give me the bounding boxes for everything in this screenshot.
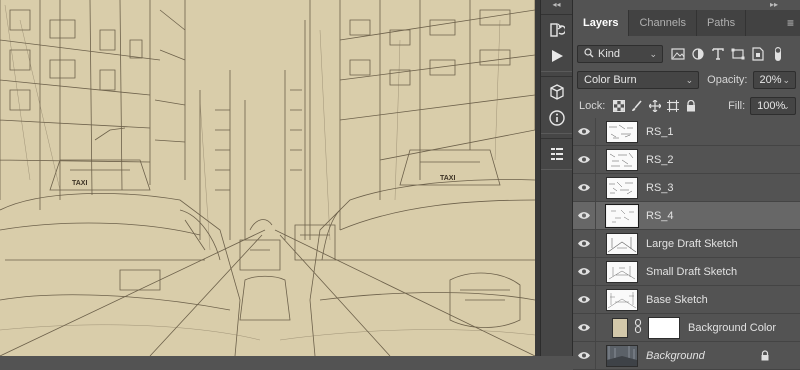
toolstrip-group-info	[541, 76, 572, 134]
layer-mask-thumbnail[interactable]	[648, 316, 680, 339]
panel-tabs: Layers Channels Paths ≡	[573, 10, 800, 36]
tab-paths[interactable]: Paths	[697, 10, 747, 36]
layer-name: Base Sketch	[646, 293, 708, 306]
layer-row[interactable]: Background Color	[573, 314, 800, 342]
layer-name: RS_3	[646, 181, 674, 194]
lock-position-icon[interactable]	[647, 98, 662, 114]
layer-name: RS_4	[646, 209, 674, 222]
layer-thumbnail	[606, 288, 638, 311]
visibility-eye-icon[interactable]	[573, 230, 596, 257]
blend-row: Color Burn ⌄ Opacity: 20% ⌄	[573, 69, 800, 91]
lock-artboard-icon[interactable]	[665, 98, 680, 114]
layer-row[interactable]: RS_2	[573, 146, 800, 174]
collapse-strip-icon[interactable]: ◂◂	[541, 0, 572, 10]
link-chain-icon[interactable]	[634, 318, 642, 336]
layer-thumbnail	[606, 176, 638, 199]
layer-row[interactable]: Base Sketch	[573, 286, 800, 314]
image-filter-icon[interactable]	[669, 45, 687, 63]
fill-color-swatch[interactable]	[612, 317, 628, 338]
fill-label: Fill:	[728, 100, 746, 112]
fill-value: 100%	[757, 100, 786, 112]
layer-row[interactable]: Background	[573, 342, 800, 370]
layer-thumbnail	[606, 260, 638, 283]
layers-panel: ▸▸ Layers Channels Paths ≡ Kind ⌄ Color …	[573, 0, 800, 370]
lock-all-icon[interactable]	[683, 98, 698, 114]
layer-name: Background Color	[688, 321, 777, 334]
layer-row[interactable]: RS_1	[573, 118, 800, 146]
blend-mode-value: Color Burn	[584, 74, 637, 86]
layer-lock-icon[interactable]	[760, 350, 770, 364]
info-icon[interactable]	[544, 105, 569, 131]
visibility-eye-icon[interactable]	[573, 314, 596, 341]
fill-input[interactable]: 100% ⌄	[750, 97, 796, 115]
blend-mode-select[interactable]: Color Burn ⌄	[577, 71, 700, 89]
visibility-eye-icon[interactable]	[573, 258, 596, 285]
layer-list: RS_1 RS_2 RS_3 RS_4 Large Draft Sketch S…	[573, 118, 800, 370]
3d-cube-icon[interactable]	[544, 79, 569, 105]
visibility-eye-icon[interactable]	[573, 174, 596, 201]
opacity-value: 20%	[759, 74, 782, 86]
visibility-eye-icon[interactable]	[573, 286, 596, 313]
filter-kind-select[interactable]: Kind ⌄	[577, 45, 663, 63]
panel-menu-icon[interactable]: ≡	[787, 17, 794, 29]
layer-name: RS_1	[646, 125, 674, 138]
visibility-eye-icon[interactable]	[573, 118, 596, 145]
layer-row-selected[interactable]: RS_4	[573, 202, 800, 230]
lock-paint-icon[interactable]	[629, 98, 644, 114]
layer-name: Large Draft Sketch	[646, 237, 738, 250]
layer-row[interactable]: Small Draft Sketch	[573, 258, 800, 286]
adjustment-filter-icon[interactable]	[689, 45, 707, 63]
left-taxi-sign-text: TAXI	[72, 180, 87, 187]
layer-name: RS_2	[646, 153, 674, 166]
right-taxi-sign-text: TAXI	[440, 175, 455, 182]
tab-layers[interactable]: Layers	[573, 10, 630, 36]
layer-name: Small Draft Sketch	[646, 265, 738, 278]
filter-toggle-icon[interactable]	[769, 45, 787, 63]
document-canvas[interactable]: TAXI TAXI	[0, 0, 535, 356]
toolstrip-group-history	[541, 14, 572, 72]
layer-row[interactable]: Large Draft Sketch	[573, 230, 800, 258]
lock-transparent-icon[interactable]	[611, 98, 626, 114]
layer-row[interactable]: RS_3	[573, 174, 800, 202]
layer-thumbnail	[606, 120, 638, 143]
filter-row: Kind ⌄	[573, 43, 800, 65]
lock-label: Lock:	[579, 100, 606, 112]
chevron-down-icon: ⌄	[649, 49, 657, 59]
collapsed-panel-strip: ◂◂	[540, 0, 573, 356]
history-icon[interactable]	[544, 17, 569, 43]
chevron-down-icon: ⌄	[782, 101, 790, 111]
layer-thumbnail	[606, 232, 638, 255]
visibility-eye-icon[interactable]	[573, 146, 596, 173]
layer-thumbnail	[606, 148, 638, 171]
opacity-label: Opacity:	[707, 74, 748, 86]
layer-thumbnail	[605, 203, 639, 228]
chevron-down-icon: ⌄	[782, 75, 790, 85]
type-filter-icon[interactable]	[709, 45, 727, 63]
collapse-panel-icon[interactable]: ▸▸	[573, 0, 800, 10]
sketch-artwork: TAXI TAXI	[0, 0, 535, 356]
lock-row: Lock: Fill: 100% ⌄	[573, 95, 800, 117]
tab-channels[interactable]: Channels	[629, 10, 697, 36]
opacity-input[interactable]: 20% ⌄	[752, 71, 796, 89]
search-icon	[584, 47, 594, 61]
visibility-eye-icon[interactable]	[573, 202, 596, 229]
shape-filter-icon[interactable]	[729, 45, 747, 63]
smart-object-filter-icon[interactable]	[749, 45, 767, 63]
chevron-down-icon: ⌄	[685, 75, 694, 85]
toolstrip-group-properties	[541, 138, 572, 170]
properties-icon[interactable]	[544, 141, 569, 167]
filter-kind-label: Kind	[598, 48, 621, 60]
play-icon[interactable]	[544, 43, 569, 69]
